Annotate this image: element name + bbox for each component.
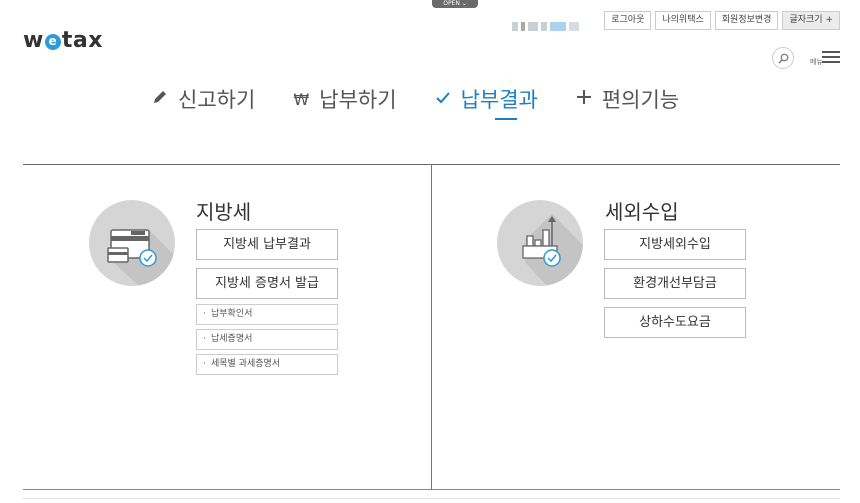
local-tax-title: 지방세 bbox=[196, 200, 252, 224]
search-button[interactable] bbox=[772, 47, 794, 69]
water-sewage-fee-button[interactable]: 상하수도요금 bbox=[604, 307, 746, 338]
plus-icon bbox=[574, 89, 594, 109]
utility-bar: 로그아웃 나의위택스 회원정보변경 글자크기 + bbox=[604, 11, 840, 30]
nav-convenience-label: 편의기능 bbox=[601, 88, 680, 112]
menu-label: 메뉴 bbox=[810, 58, 823, 66]
open-label: OPEN bbox=[443, 0, 460, 7]
footer-divider bbox=[23, 498, 840, 499]
nav-convenience[interactable]: 편의기능 bbox=[574, 84, 679, 114]
logout-button[interactable]: 로그아웃 bbox=[604, 11, 652, 30]
tax-item-certificate-link[interactable]: 세목별 과세증명서 bbox=[196, 354, 338, 375]
non-tax-revenue-button[interactable]: 지방세외수입 bbox=[604, 229, 746, 260]
nav-report-label: 신고하기 bbox=[178, 88, 256, 112]
non-tax-revenue-chart-icon bbox=[497, 200, 583, 286]
nav-pay-label: 납부하기 bbox=[319, 88, 397, 112]
nav-payment-result-label: 납부결과 bbox=[460, 88, 538, 112]
font-size-button[interactable]: 글자크기 + bbox=[782, 11, 840, 30]
non-tax-revenue-title: 세외수입 bbox=[605, 200, 679, 224]
user-name-blurred bbox=[512, 16, 582, 31]
edit-profile-button[interactable]: 회원정보변경 bbox=[714, 11, 779, 30]
local-tax-payment-result-button[interactable]: 지방세 납부결과 bbox=[196, 229, 338, 260]
search-icon bbox=[778, 53, 789, 64]
open-toggle-tab[interactable]: OPEN ⌄ bbox=[432, 0, 478, 8]
tax-payment-certificate-link[interactable]: 납세증명서 bbox=[196, 329, 338, 350]
payment-confirmation-link[interactable]: 납부확인서 bbox=[196, 304, 338, 325]
main-nav: 신고하기 ₩ 납부하기 납부결과 편의기능 bbox=[150, 84, 715, 120]
environment-charge-button[interactable]: 환경개선부담금 bbox=[604, 268, 746, 299]
my-wetax-button[interactable]: 나의위택스 bbox=[655, 11, 711, 30]
local-tax-card-icon bbox=[89, 200, 175, 286]
check-icon bbox=[433, 89, 453, 109]
nav-payment-result[interactable]: 납부결과 bbox=[433, 84, 538, 120]
wetax-logo[interactable]: w e tax bbox=[23, 28, 103, 53]
pencil-icon bbox=[150, 89, 170, 109]
local-tax-certificate-button[interactable]: 지방세 증명서 발급 bbox=[196, 268, 338, 299]
hamburger-icon bbox=[822, 51, 840, 66]
logo-e-circle: e bbox=[44, 34, 61, 50]
menu-button[interactable]: 메뉴 bbox=[810, 48, 842, 68]
logo-part-tax: tax bbox=[61, 28, 103, 53]
nav-pay[interactable]: ₩ 납부하기 bbox=[291, 84, 396, 114]
column-divider bbox=[431, 164, 432, 490]
won-icon: ₩ bbox=[293, 89, 310, 109]
nav-report[interactable]: 신고하기 bbox=[150, 84, 255, 114]
logo-part-w: w bbox=[23, 28, 44, 53]
